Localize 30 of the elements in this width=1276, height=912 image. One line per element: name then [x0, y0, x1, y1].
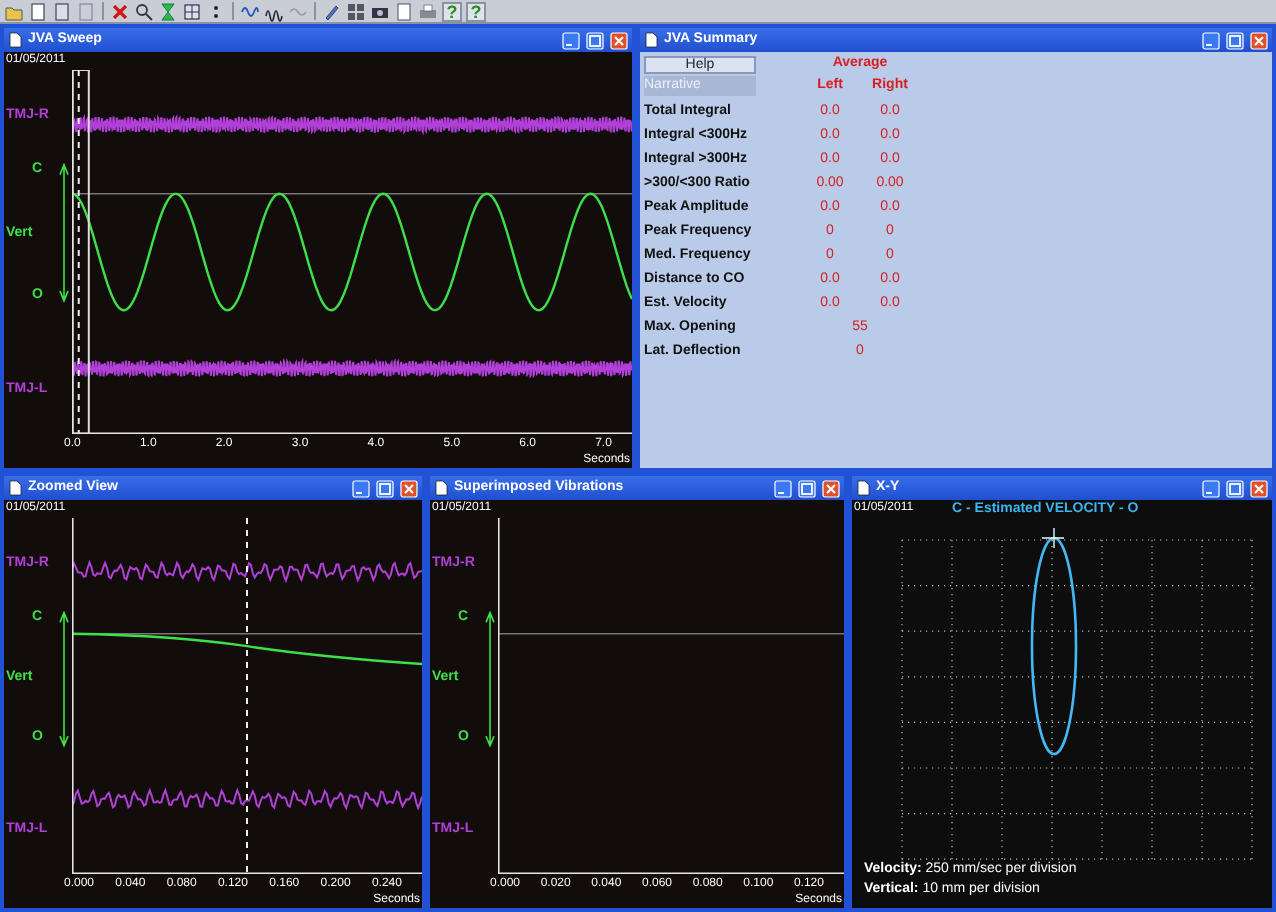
- minimize-button[interactable]: [1202, 479, 1220, 497]
- range-arrow-icon: [484, 607, 496, 750]
- close-button[interactable]: [822, 479, 840, 497]
- grid-icon[interactable]: [182, 1, 202, 21]
- minimize-button[interactable]: [774, 479, 792, 497]
- minimize-button[interactable]: [562, 31, 580, 49]
- maximize-button[interactable]: [376, 479, 394, 497]
- document-icon: [8, 480, 22, 496]
- maximize-button[interactable]: [1226, 31, 1244, 49]
- help-button[interactable]: ?: [466, 1, 486, 21]
- minimize-button[interactable]: [1202, 31, 1220, 49]
- document-icon: [434, 480, 448, 496]
- range-arrow-icon: [58, 607, 70, 750]
- close-button[interactable]: [400, 479, 418, 497]
- help-button[interactable]: ?: [442, 1, 462, 21]
- range-arrow-icon: [58, 160, 70, 307]
- close-button[interactable]: [1250, 479, 1268, 497]
- close-button[interactable]: [610, 31, 628, 49]
- close-button[interactable]: [1250, 31, 1268, 49]
- document-icon: [856, 480, 870, 496]
- printer-icon[interactable]: [418, 1, 438, 21]
- maximize-button[interactable]: [1226, 479, 1244, 497]
- maximize-button[interactable]: [586, 31, 604, 49]
- delete-x-icon[interactable]: [110, 1, 130, 21]
- maximize-button[interactable]: [798, 479, 816, 497]
- grid-icon[interactable]: [346, 1, 366, 21]
- minimize-button[interactable]: [352, 479, 370, 497]
- document-icon: [644, 32, 658, 48]
- magnifier-icon[interactable]: [134, 1, 154, 21]
- selection-window[interactable]: [72, 70, 90, 434]
